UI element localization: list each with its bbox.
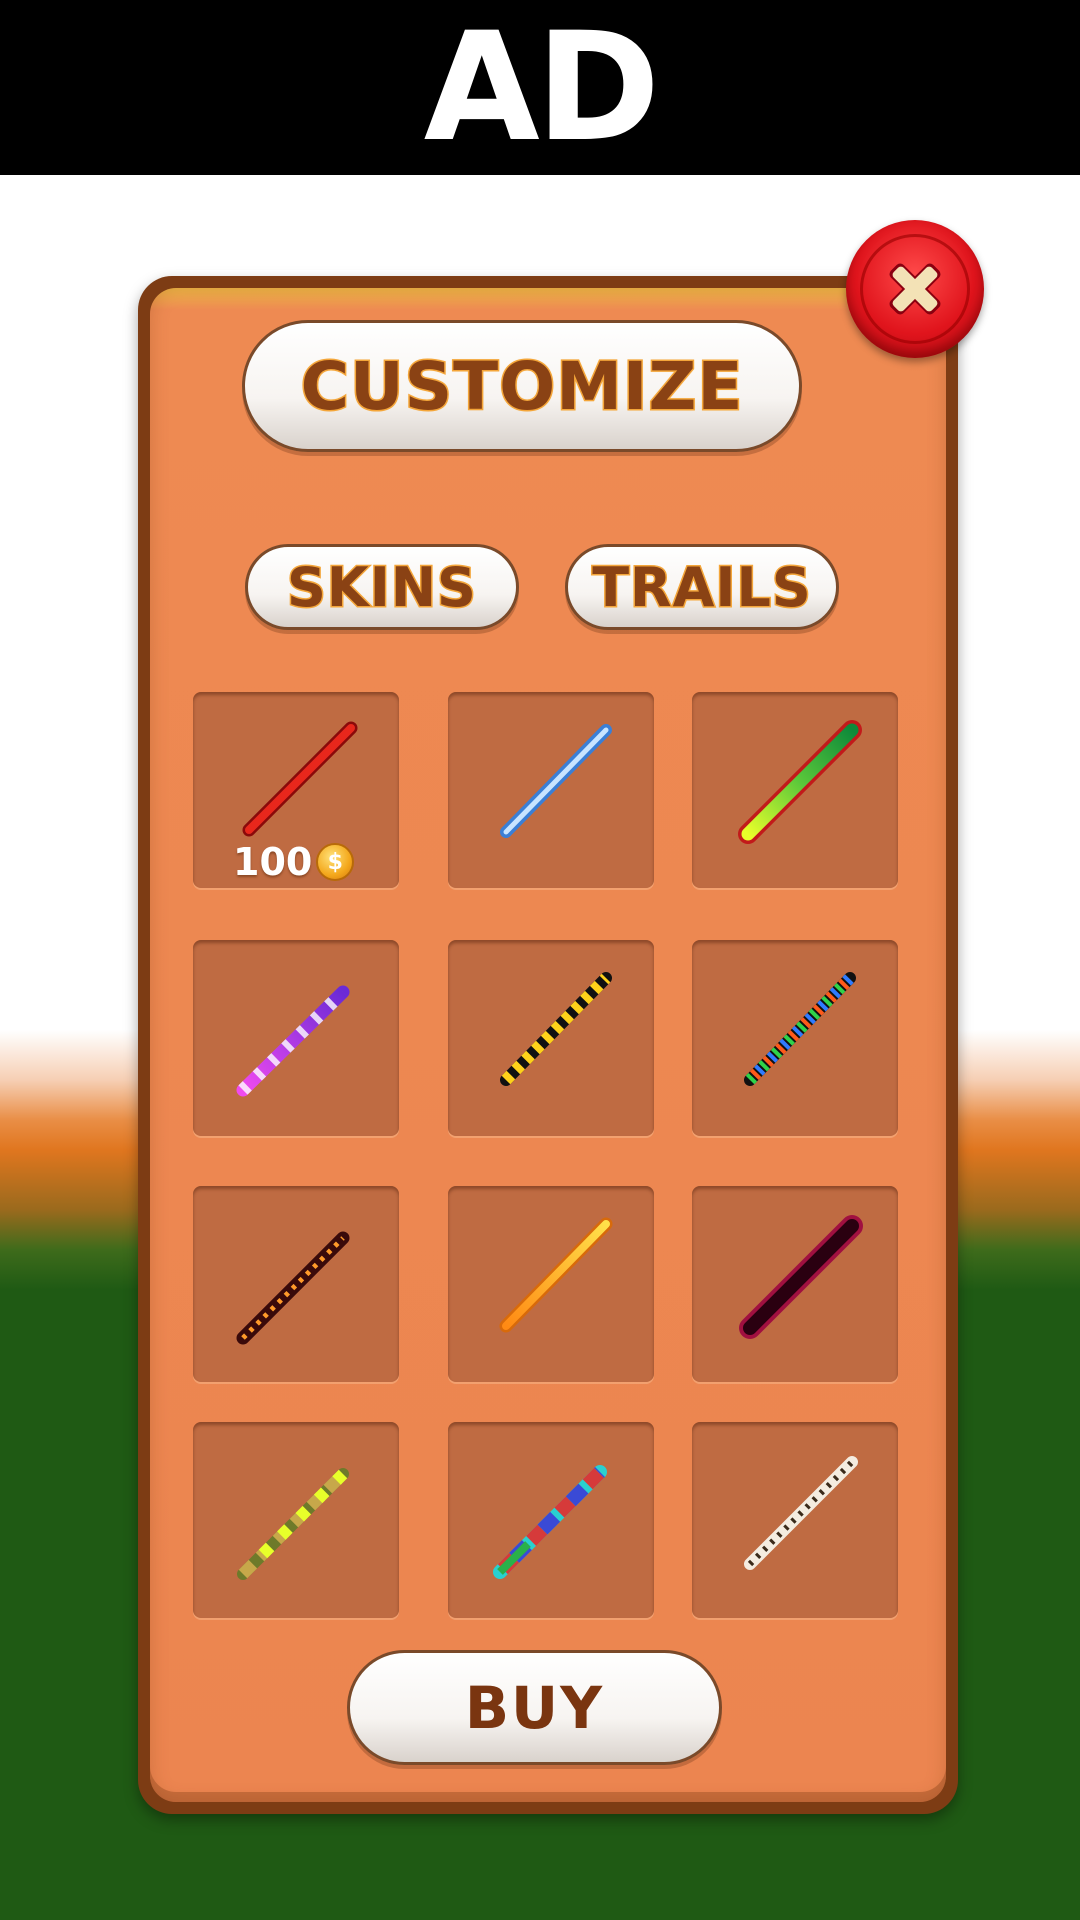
rainbow-stripe-stick-icon [744, 972, 856, 1086]
orange-gradient-stick-icon [499, 1217, 613, 1333]
close-button[interactable] [846, 220, 984, 358]
dark-maroon-stick-icon [739, 1215, 863, 1339]
mosaic-stick-icon [493, 1465, 607, 1579]
page-title: CUSTOMIZE [299, 346, 744, 426]
light-blue-stick-icon [500, 724, 612, 838]
black-yellow-stripe-stick-icon [500, 972, 612, 1086]
close-x-icon [889, 263, 941, 315]
lava-dots-stick-icon [236, 1231, 350, 1345]
skin-item-red-stick[interactable]: 100 $ [193, 692, 399, 888]
tab-skins-label: SKINS [286, 554, 478, 620]
customize-title-banner: CUSTOMIZE [242, 320, 802, 452]
skin-item-lime-green-stick[interactable] [692, 692, 898, 888]
item-price: 100 $ [233, 840, 355, 884]
camo-yellow-stick-icon [237, 1468, 349, 1580]
buy-button[interactable]: BUY [347, 1650, 722, 1765]
leopard-stick-icon [744, 1456, 858, 1570]
skin-item-leopard-stick[interactable] [692, 1422, 898, 1618]
lime-green-stick-icon [738, 720, 862, 844]
purple-twist-stick-icon [236, 985, 350, 1097]
tab-trails[interactable]: TRAILS [565, 544, 839, 630]
skin-item-dark-maroon-stick[interactable] [692, 1186, 898, 1382]
skin-item-light-blue-stick[interactable] [448, 692, 654, 888]
coin-icon: $ [316, 843, 355, 881]
buy-button-label: BUY [464, 1673, 605, 1742]
ad-label: AD [423, 0, 661, 175]
close-button-ring [860, 234, 970, 344]
skin-item-camo-yellow-stick[interactable] [193, 1422, 399, 1618]
skin-item-purple-twist-stick[interactable] [193, 940, 399, 1136]
skin-item-orange-gradient-stick[interactable] [448, 1186, 654, 1382]
skin-item-lava-dots-stick[interactable] [193, 1186, 399, 1382]
skin-item-rainbow-stripe-stick[interactable] [692, 940, 898, 1136]
skin-item-black-yellow-stripe-stick[interactable] [448, 940, 654, 1136]
skin-item-mosaic-stick[interactable] [448, 1422, 654, 1618]
ad-banner[interactable]: AD [0, 0, 1080, 175]
tab-trails-label: TRAILS [591, 554, 813, 620]
tab-skins[interactable]: SKINS [245, 544, 519, 630]
price-value: 100 [233, 840, 313, 884]
